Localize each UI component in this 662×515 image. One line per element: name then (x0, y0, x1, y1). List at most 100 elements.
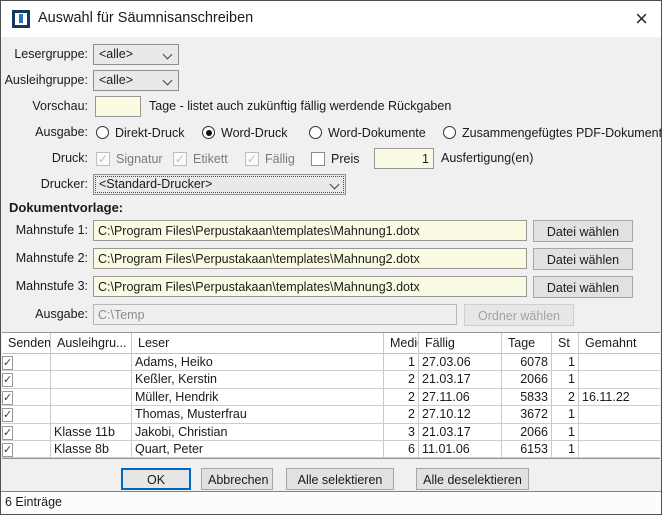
checkbox-checked-icon: ✓ (2, 443, 13, 457)
cell-gemahnt[interactable] (579, 424, 660, 441)
vorschau-hint: Tage - listet auch zukünftig fällig werd… (149, 96, 451, 117)
checkbox-checked-icon: ✓ (2, 426, 13, 440)
cell-medien[interactable]: 2 (384, 406, 419, 423)
cell-faellig[interactable]: 27.11.06 (419, 389, 502, 406)
cell-tage[interactable]: 6153 (502, 441, 552, 458)
col-header-senden[interactable]: Senden (2, 333, 51, 354)
cell-gemahnt[interactable] (579, 354, 660, 371)
col-header-tage[interactable]: Tage (502, 333, 552, 354)
cell-tage[interactable]: 2066 (502, 424, 552, 441)
checkbox-checked-icon: ✓ (2, 391, 13, 405)
cell-faellig[interactable]: 21.03.17 (419, 424, 502, 441)
col-header-ausleihgruppe[interactable]: Ausleihgru... (51, 333, 132, 354)
cell-leser[interactable]: Quart, Peter (132, 441, 384, 458)
radio-direkt-druck[interactable]: Direkt-Druck (96, 122, 184, 143)
cell-gemahnt[interactable] (579, 441, 660, 458)
cell-leser[interactable]: Keßler, Kerstin (132, 371, 384, 388)
ausleihgruppe-select[interactable]: <alle> (93, 70, 179, 91)
cell-st[interactable]: 1 (552, 371, 579, 388)
checkbox-checked-icon: ✓ (2, 373, 13, 387)
row-checkbox-cell[interactable]: ✓ (2, 441, 51, 458)
cell-medien[interactable]: 3 (384, 424, 419, 441)
lesergruppe-select[interactable]: <alle> (93, 44, 179, 65)
row-checkbox-cell[interactable]: ✓ (2, 371, 51, 388)
drucker-select[interactable]: <Standard-Drucker> (93, 174, 346, 195)
cell-tage[interactable]: 6078 (502, 354, 552, 371)
row-checkbox-cell[interactable]: ✓ (2, 406, 51, 423)
vorschau-input[interactable] (95, 96, 141, 117)
cell-st[interactable]: 1 (552, 354, 579, 371)
chevron-down-icon (330, 180, 340, 190)
cell-st[interactable]: 1 (552, 441, 579, 458)
radio-pdf-dokument[interactable]: Zusammengefügtes PDF-Dokument (443, 122, 662, 143)
checkbox-checked-icon: ✓ (96, 152, 110, 166)
row-mahnstufe-3: Mahnstufe 3: Datei wählen (1, 276, 661, 298)
datei-waehlen-button-3[interactable]: Datei wählen (533, 276, 633, 298)
cell-medien[interactable]: 2 (384, 389, 419, 406)
abbrechen-button[interactable]: Abbrechen (201, 468, 273, 490)
cell-ausleihgruppe[interactable]: Klasse 11b (51, 424, 132, 441)
ausleihgruppe-label: Ausleihgruppe: (1, 70, 88, 91)
row-checkbox-cell[interactable]: ✓ (2, 424, 51, 441)
cell-faellig[interactable]: 27.10.12 (419, 406, 502, 423)
datei-waehlen-button-2[interactable]: Datei wählen (533, 248, 633, 270)
cell-leser[interactable]: Thomas, Musterfrau (132, 406, 384, 423)
checkbox-etikett: ✓ Etikett (173, 148, 228, 169)
mahnstufe-1-path-input[interactable] (93, 220, 527, 241)
drucker-value: <Standard-Drucker> (99, 177, 212, 191)
col-header-gemahnt[interactable]: Gemahnt (579, 333, 660, 354)
col-header-faellig[interactable]: Fällig (419, 333, 502, 354)
radio-selected-icon (202, 126, 215, 139)
ok-button[interactable]: OK (121, 468, 191, 490)
cell-ausleihgruppe[interactable] (51, 371, 132, 388)
ausfertigung-input[interactable] (374, 148, 434, 169)
ausleihgruppe-value: <alle> (99, 73, 133, 87)
cell-ausleihgruppe[interactable]: Klasse 8b (51, 441, 132, 458)
datei-waehlen-button-1[interactable]: Datei wählen (533, 220, 633, 242)
col-header-leser[interactable]: Leser (132, 333, 384, 354)
cell-faellig[interactable]: 11.01.06 (419, 441, 502, 458)
cell-st[interactable]: 1 (552, 406, 579, 423)
radio-label: Word-Dokumente (328, 126, 426, 140)
chevron-down-icon (163, 50, 173, 60)
cell-leser[interactable]: Adams, Heiko (132, 354, 384, 371)
cell-gemahnt[interactable]: 16.11.22 (579, 389, 660, 406)
vorschau-label: Vorschau: (1, 96, 88, 117)
row-druck: Druck: ✓ Signatur ✓ Etikett ✓ Fällig Pre… (1, 148, 661, 170)
cell-st[interactable]: 1 (552, 424, 579, 441)
col-header-st[interactable]: St (552, 333, 579, 354)
alle-selektieren-button[interactable]: Alle selektieren (286, 468, 394, 490)
cell-tage[interactable]: 3672 (502, 406, 552, 423)
cell-ausleihgruppe[interactable] (51, 354, 132, 371)
row-checkbox-cell[interactable]: ✓ (2, 389, 51, 406)
cell-faellig[interactable]: 27.03.06 (419, 354, 502, 371)
checkbox-unchecked-icon (311, 152, 325, 166)
mahnstufe-3-path-input[interactable] (93, 276, 527, 297)
cell-leser[interactable]: Müller, Hendrik (132, 389, 384, 406)
col-header-medien[interactable]: Medien (384, 333, 419, 354)
status-bar: 6 Einträge (1, 491, 661, 514)
mahnstufe-2-path-input[interactable] (93, 248, 527, 269)
cell-medien[interactable]: 2 (384, 371, 419, 388)
row-lesergruppe: Lesergruppe: <alle> (1, 44, 661, 66)
cell-gemahnt[interactable] (579, 406, 660, 423)
row-checkbox-cell[interactable]: ✓ (2, 354, 51, 371)
cell-gemahnt[interactable] (579, 371, 660, 388)
cell-leser[interactable]: Jakobi, Christian (132, 424, 384, 441)
mahnstufe-3-label: Mahnstufe 3: (1, 276, 88, 297)
close-icon[interactable]: × (635, 4, 648, 34)
checkbox-label: Fällig (265, 152, 295, 166)
cell-medien[interactable]: 6 (384, 441, 419, 458)
cell-medien[interactable]: 1 (384, 354, 419, 371)
cell-faellig[interactable]: 21.03.17 (419, 371, 502, 388)
cell-tage[interactable]: 2066 (502, 371, 552, 388)
cell-st[interactable]: 2 (552, 389, 579, 406)
title-bar: Auswahl für Säumnisanschreiben × (1, 1, 661, 37)
alle-deselektieren-button[interactable]: Alle deselektieren (416, 468, 529, 490)
cell-tage[interactable]: 5833 (502, 389, 552, 406)
cell-ausleihgruppe[interactable] (51, 389, 132, 406)
cell-ausleihgruppe[interactable] (51, 406, 132, 423)
radio-word-druck[interactable]: Word-Druck (202, 122, 287, 143)
checkbox-preis[interactable]: Preis (311, 148, 359, 169)
radio-word-dokumente[interactable]: Word-Dokumente (309, 122, 426, 143)
